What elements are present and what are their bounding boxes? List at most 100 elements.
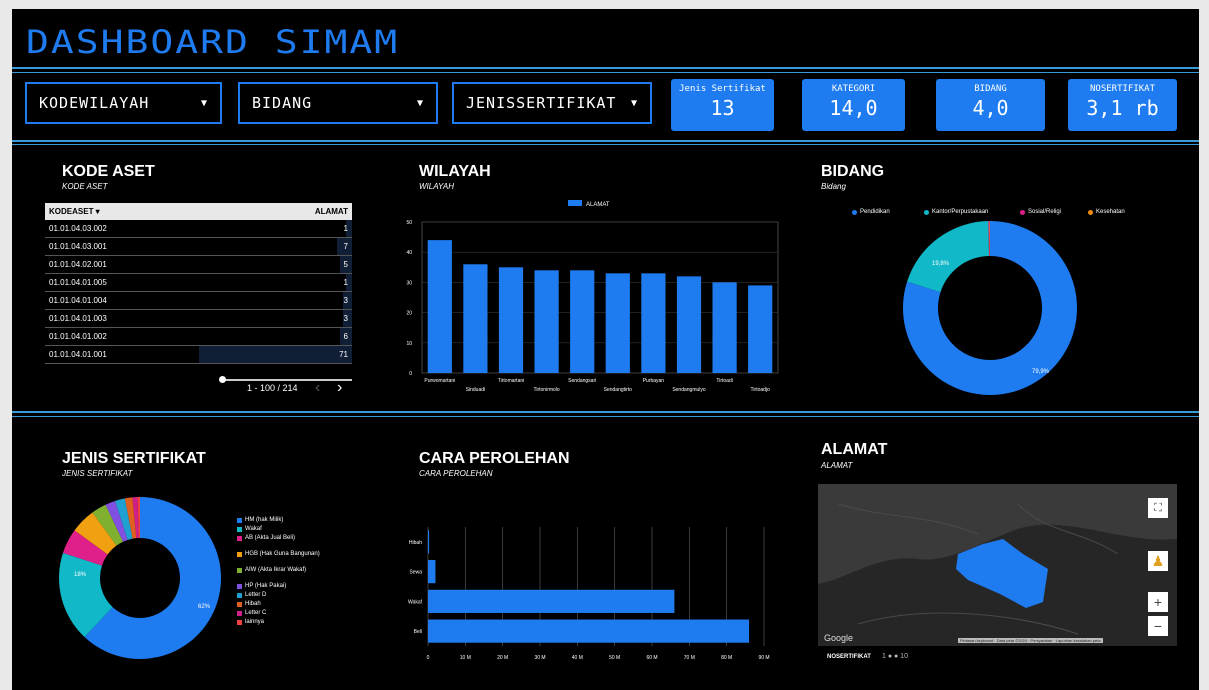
bar[interactable]	[712, 282, 737, 373]
kode-aset-table: KODEASET ▾ ALAMAT 01.01.04.03.002 1 01.01…	[45, 203, 352, 364]
x-tick-label: Sendangmulyo	[672, 387, 706, 393]
prev-page-icon[interactable]: ‹	[315, 379, 320, 397]
table-row[interactable]: 01.01.04.03.002 1	[45, 220, 352, 238]
bar[interactable]	[498, 267, 524, 373]
table-row[interactable]: 01.01.04.03.001 7	[45, 238, 352, 256]
x-tick-label: 20 M	[497, 655, 508, 661]
bar[interactable]	[428, 589, 675, 613]
wilayah-bar-chart: ALAMAT 0 10 20 30 40 50 Purwomartani Tirtomart…	[406, 200, 779, 393]
table-row[interactable]: 01.01.04.01.005 1	[45, 274, 352, 292]
table-header: KODEASET ▾ ALAMAT	[45, 203, 352, 220]
x-tick-label: Tirtonirmolo	[533, 387, 559, 393]
bar[interactable]	[676, 276, 702, 373]
kpi-nosertifikat: NOSERTIFIKAT 3,1 rb	[1068, 79, 1177, 131]
x-tick-label: Sendangsari	[568, 378, 596, 384]
filter-kodewilayah-label: KODEWILAYAH	[39, 94, 150, 112]
slice-label: 62%	[198, 604, 211, 610]
legend-item: HP (Hak Pakai)	[237, 583, 337, 589]
legend-item: Letter D	[237, 592, 337, 598]
table-row[interactable]: 01.01.04.01.003 3	[45, 310, 352, 328]
x-tick-label: Tirtoadi	[716, 378, 733, 384]
y-tick-label: Sewa	[409, 570, 422, 576]
alamat-map[interactable]: ⛶ ♟ + − Google Pintasan keyboard · Data …	[818, 484, 1177, 646]
page-title: DASHBOARD SIMAM	[26, 23, 400, 61]
map-attribution[interactable]: Pintasan keyboard · Data peta ©2024 · Pe…	[958, 638, 1103, 643]
legend-label: Letter C	[245, 610, 267, 616]
x-tick-label: 90 M	[758, 655, 769, 661]
cell-alamat: 3	[343, 296, 348, 305]
bar[interactable]	[605, 273, 630, 373]
legend-label: ALAMAT	[586, 202, 610, 208]
table-scroll-slider[interactable]	[219, 376, 352, 383]
bar[interactable]	[570, 270, 595, 373]
filter-jenissertifikat[interactable]: JENISSERTIFIKAT ▼	[452, 82, 652, 124]
cara-perolehan-subtitle: CARA PEROLEHAN	[419, 469, 493, 478]
table-row[interactable]: 01.01.04.01.002 6	[45, 328, 352, 346]
y-tick-label: Beli	[414, 629, 422, 635]
fullscreen-icon[interactable]: ⛶	[1148, 498, 1168, 518]
cell-alamat: 3	[343, 314, 348, 323]
bar[interactable]	[463, 264, 488, 373]
x-tick-label: Sinduadi	[466, 387, 485, 393]
cell-kode: 01.01.04.02.001	[49, 260, 107, 269]
bar[interactable]	[427, 240, 452, 373]
legend-item: Sosial/Religi	[1020, 209, 1061, 215]
bar[interactable]	[428, 560, 436, 584]
column-header-alamat[interactable]: ALAMAT	[315, 207, 348, 216]
pegman-icon[interactable]: ♟	[1148, 551, 1168, 571]
legend-swatch	[924, 209, 929, 215]
bar[interactable]	[534, 270, 559, 373]
google-logo: Google	[824, 633, 854, 643]
cell-alamat: 1	[343, 278, 348, 287]
x-tick-label: 30 M	[534, 655, 545, 661]
cell-alamat: 71	[339, 350, 348, 359]
cell-kode: 01.01.04.01.002	[49, 332, 107, 341]
filter-kodewilayah[interactable]: KODEWILAYAH ▼	[25, 82, 222, 124]
bidang-donut-chart: 19,8% 79,9%	[903, 221, 1077, 395]
legend-swatch	[237, 611, 242, 616]
x-tick-label: 70 M	[684, 655, 695, 661]
map-legend-label: NOSERTIFIKAT	[827, 654, 871, 660]
bidang-legend: Pendidikan Kantor/Perpustakaan Sosial/Reli…	[852, 209, 1192, 219]
column-header-kodeaset[interactable]: KODEASET ▾	[49, 207, 100, 216]
table-row[interactable]: 01.01.04.02.001 5	[45, 256, 352, 274]
bar[interactable]	[748, 285, 773, 373]
y-tick-label: 50	[406, 220, 412, 226]
zoom-out-button[interactable]: −	[1148, 616, 1168, 636]
table-row[interactable]: 01.01.04.01.001 71	[45, 346, 352, 364]
bar[interactable]	[428, 530, 430, 554]
divider	[12, 140, 1199, 142]
legend-swatch	[1088, 209, 1093, 215]
legend-swatch	[237, 602, 242, 607]
slider-knob[interactable]	[219, 376, 226, 383]
legend-item: lainnya	[237, 619, 337, 625]
legend-swatch	[237, 568, 242, 573]
filter-bidang[interactable]: BIDANG ▼	[238, 82, 438, 124]
y-tick-label: 40	[406, 250, 412, 256]
cell-alamat: 7	[343, 242, 348, 251]
table-row[interactable]: 01.01.04.01.004 3	[45, 292, 352, 310]
zoom-in-button[interactable]: +	[1148, 592, 1168, 612]
legend-swatch	[237, 584, 242, 589]
chevron-down-icon: ▼	[630, 97, 638, 109]
legend-item: Kesehatan	[1088, 209, 1125, 215]
legend-swatch	[237, 593, 242, 598]
cell-alamat: 6	[343, 332, 348, 341]
bar[interactable]	[428, 619, 750, 643]
donut-slice[interactable]	[907, 221, 990, 293]
legend-swatch	[568, 200, 582, 206]
wilayah-title: WILAYAH	[419, 163, 491, 180]
y-tick-label: Hibah	[409, 540, 422, 546]
legend-swatch	[237, 620, 242, 625]
bar[interactable]	[641, 273, 666, 373]
jenis-sertifikat-donut-chart: 62% 18%	[59, 497, 221, 659]
kpi-value: 3,1 rb	[1086, 96, 1159, 120]
legend-swatch	[237, 552, 242, 557]
chevron-down-icon: ▼	[200, 97, 208, 109]
next-page-icon[interactable]: ›	[337, 379, 342, 397]
cell-kode: 01.01.04.01.003	[49, 314, 107, 323]
alamat-subtitle: ALAMAT	[821, 461, 853, 470]
kpi-jenis-sertifikat: Jenis Sertifikat 13	[671, 79, 774, 131]
y-tick-label: 10	[406, 341, 412, 347]
legend-label: Sosial/Religi	[1028, 209, 1062, 215]
